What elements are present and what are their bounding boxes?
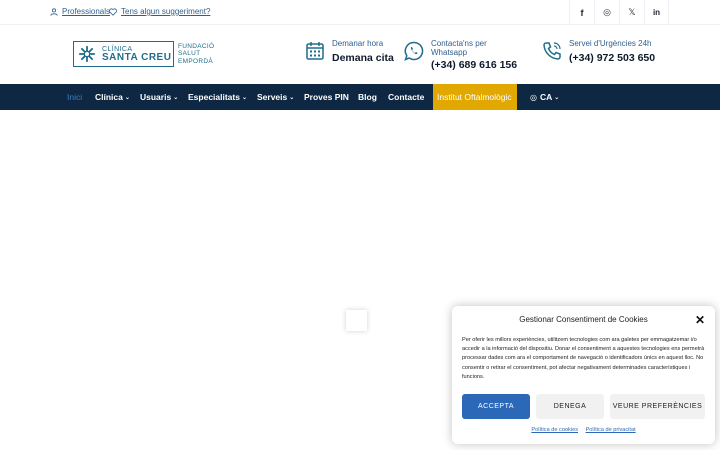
linkedin-icon[interactable]: in: [644, 0, 669, 25]
cookie-title: Gestionar Consentiment de Cookies: [519, 315, 648, 324]
appointment-small: Demanar hora: [332, 39, 384, 48]
cookie-links: Política de cookies Política de privacit…: [452, 427, 715, 433]
chevron-down-icon: ⌄: [241, 94, 248, 101]
language-switcher[interactable]: ◎ CA ⌄: [530, 84, 559, 110]
main-nav: Inici Clínica ⌄ Usuaris ⌄ Especialitats ⌄ S…: [0, 84, 720, 110]
nav-item-blog[interactable]: Blog: [358, 84, 377, 110]
chevron-down-icon: ⌄: [554, 94, 560, 101]
facebook-icon[interactable]: f: [569, 0, 594, 25]
contact-appointment[interactable]: Demanar hora Demana cita: [305, 39, 394, 64]
logo-foundation: FUNDACIÓ SALUT EMPORDÀ: [178, 42, 215, 65]
emergency-big: (+34) 972 503 650: [569, 52, 656, 64]
language-label: CA: [539, 92, 553, 102]
nav-item-clinica[interactable]: Clínica ⌄: [95, 84, 130, 110]
privacy-policy-link[interactable]: Política de privacitat: [586, 427, 636, 433]
cookie-consent-dialog: Gestionar Consentiment de Cookies ✕ Per …: [452, 306, 715, 444]
heart-icon: [109, 7, 117, 16]
suggestion-label: Tens algun suggeriment?: [121, 7, 211, 16]
logo-cross-icon: [78, 45, 96, 63]
chevron-down-icon: ⌄: [289, 94, 295, 101]
professionals-link[interactable]: Professionals: [50, 7, 110, 16]
nav-item-serveis[interactable]: Serveis ⌄: [257, 84, 294, 110]
close-icon[interactable]: ✕: [695, 314, 705, 326]
suggestion-link[interactable]: Tens algun suggeriment?: [109, 7, 210, 16]
top-bar: Professionals Tens algun suggeriment? f …: [0, 0, 720, 25]
instagram-icon[interactable]: ◎: [594, 0, 619, 25]
logo-line2: SANTA CREU: [102, 51, 172, 63]
emergency-small: Servei d'Urgències 24h: [569, 39, 652, 48]
professionals-label: Professionals: [62, 7, 111, 16]
deny-button[interactable]: DENEGA: [536, 394, 604, 419]
chevron-down-icon: ⌄: [173, 94, 179, 101]
nav-item-inici[interactable]: Inici: [67, 84, 82, 110]
appointment-big: Demana cita: [332, 52, 394, 64]
logo-box: CLÍNICA SANTA CREU: [73, 41, 174, 67]
whatsapp-icon: [404, 41, 424, 61]
nav-item-institut-oftalmologic[interactable]: Institut Oftalmològic: [433, 84, 517, 110]
nav-item-especialitats[interactable]: Especialitats ⌄: [188, 84, 247, 110]
nav-item-contacte[interactable]: Contacte: [388, 84, 424, 110]
nav-item-usuaris[interactable]: Usuaris ⌄: [140, 84, 178, 110]
contact-whatsapp[interactable]: Contacta'ns per Whatsapp (+34) 689 616 1…: [404, 39, 521, 71]
contact-emergency[interactable]: Servei d'Urgències 24h (+34) 972 503 650: [542, 39, 655, 64]
cookie-body: Per oferir les millors experiències, uti…: [462, 337, 705, 380]
calendar-icon: [306, 42, 324, 60]
user-icon: [50, 7, 58, 16]
site-logo[interactable]: CLÍNICA SANTA CREU FUNDACIÓ SALUT EMPORD…: [73, 41, 214, 67]
cookie-policy-link[interactable]: Política de cookies: [531, 427, 578, 433]
site-header: CLÍNICA SANTA CREU FUNDACIÓ SALUT EMPORD…: [0, 25, 720, 84]
nav-item-proves-pin[interactable]: Proves PIN: [304, 84, 349, 110]
whatsapp-big: (+34) 689 616 156: [431, 59, 518, 71]
whatsapp-small: Contacta'ns per Whatsapp: [431, 39, 487, 57]
globe-icon: ◎: [530, 92, 537, 102]
chevron-down-icon: ⌄: [124, 94, 130, 101]
x-twitter-icon[interactable]: 𝕏: [619, 0, 644, 25]
view-preferences-button[interactable]: VEURE PREFERÈNCIES: [610, 394, 705, 419]
phone-icon: [543, 42, 561, 60]
loading-spinner: [346, 310, 367, 331]
accept-button[interactable]: ACCEPTA: [462, 394, 530, 419]
